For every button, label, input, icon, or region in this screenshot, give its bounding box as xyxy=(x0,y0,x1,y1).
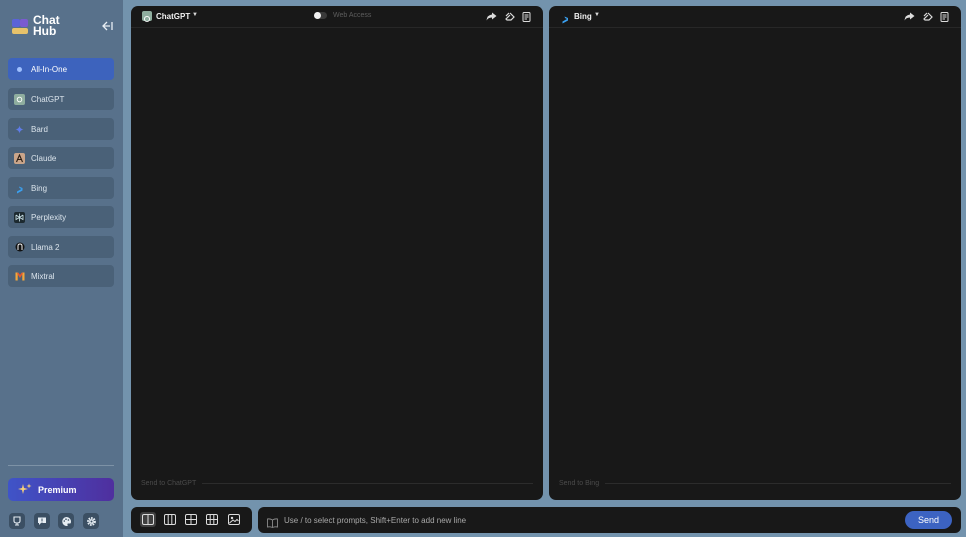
collapse-sidebar-icon[interactable] xyxy=(102,21,114,31)
chatgpt-icon xyxy=(14,93,25,105)
three-column-layout-icon[interactable] xyxy=(162,512,178,527)
logo-icon xyxy=(12,19,28,34)
prompt-bar: Use / to select prompts, Shift+Enter to … xyxy=(258,507,961,533)
sidebar-item-perplexity[interactable]: Perplexity xyxy=(8,206,114,228)
chatgpt-icon xyxy=(142,11,152,23)
clear-conversation-icon[interactable] xyxy=(504,11,515,22)
theme-palette-icon[interactable] xyxy=(58,513,74,529)
all-in-one-icon xyxy=(14,64,25,75)
input-underline xyxy=(202,482,533,484)
two-column-layout-icon[interactable] xyxy=(140,512,156,527)
history-icon[interactable] xyxy=(939,11,950,22)
sidebar-item-label: Bard xyxy=(31,124,48,134)
share-icon[interactable] xyxy=(904,11,915,22)
panel-chat-input[interactable]: Send to Bing xyxy=(559,478,951,488)
sidebar-item-mixtral[interactable]: Mixtral xyxy=(8,265,114,287)
layout-switcher xyxy=(131,507,252,533)
sidebar: Chat Hub All-In-One ChatGPT Bard Claude … xyxy=(0,0,123,537)
panel-header: Bing ▼ xyxy=(549,6,961,28)
sidebar-item-label: All-In-One xyxy=(31,64,68,74)
chathub-logo[interactable]: Chat Hub xyxy=(11,14,71,40)
settings-gear-icon[interactable] xyxy=(83,513,99,529)
sidebar-item-claude[interactable]: Claude xyxy=(8,147,114,169)
chevron-down-icon[interactable]: ▼ xyxy=(192,12,198,18)
panel-header: ChatGPT ▼ Web Access xyxy=(131,6,543,28)
image-input-icon[interactable] xyxy=(226,512,242,527)
premium-button[interactable]: Premium xyxy=(8,478,114,501)
bard-icon xyxy=(14,124,25,135)
chat-panel-chatgpt: ChatGPT ▼ Web Access Send to ChatGPT xyxy=(131,6,543,500)
sidebar-item-bing[interactable]: Bing xyxy=(8,177,114,199)
mixtral-icon xyxy=(14,271,25,282)
sidebar-item-label: ChatGPT xyxy=(31,94,65,104)
panel-input-placeholder: Send to ChatGPT xyxy=(141,479,197,487)
sidebar-item-label: Perplexity xyxy=(31,212,67,222)
sidebar-item-label: Claude xyxy=(31,153,57,163)
bing-icon xyxy=(14,183,25,194)
sparkle-icon xyxy=(17,483,32,496)
clear-conversation-icon[interactable] xyxy=(922,11,933,22)
sidebar-divider xyxy=(8,465,114,466)
logo-text: Chat Hub xyxy=(33,13,60,38)
input-underline xyxy=(605,482,951,484)
chevron-down-icon[interactable]: ▼ xyxy=(594,12,600,18)
sidebar-item-label: Bing xyxy=(31,183,48,193)
sidebar-item-llama-2[interactable]: Llama 2 xyxy=(8,236,114,258)
sidebar-item-label: Llama 2 xyxy=(31,242,60,252)
bot-selector[interactable]: ChatGPT xyxy=(156,12,190,21)
premium-label: Premium xyxy=(38,484,77,495)
prompt-library-icon[interactable] xyxy=(267,515,278,528)
bot-selector[interactable]: Bing xyxy=(574,12,592,21)
prompt-input[interactable]: Use / to select prompts, Shift+Enter to … xyxy=(284,515,884,527)
web-access-label: Web Access xyxy=(333,12,372,19)
sidebar-item-bard[interactable]: Bard xyxy=(8,118,114,140)
sidebar-item-chatgpt[interactable]: ChatGPT xyxy=(8,88,114,110)
web-access-toggle[interactable] xyxy=(314,12,327,19)
panel-input-placeholder: Send to Bing xyxy=(559,479,600,487)
llama-icon xyxy=(14,242,25,253)
history-icon[interactable] xyxy=(521,11,532,22)
sidebar-item-all-in-one[interactable]: All-In-One xyxy=(8,58,114,80)
share-icon[interactable] xyxy=(486,11,497,22)
claude-icon xyxy=(14,152,25,164)
feedback-icon[interactable] xyxy=(9,513,25,529)
chat-bubble-icon[interactable] xyxy=(34,513,50,529)
perplexity-icon xyxy=(14,211,25,223)
grid-2x2-layout-icon[interactable] xyxy=(183,512,199,527)
grid-3x2-layout-icon[interactable] xyxy=(204,512,220,527)
chat-panel-bing: Bing ▼ Send to Bing xyxy=(549,6,961,500)
send-button[interactable]: Send xyxy=(905,511,952,529)
panel-chat-input[interactable]: Send to ChatGPT xyxy=(141,478,533,488)
sidebar-item-label: Mixtral xyxy=(31,271,55,281)
bing-icon xyxy=(560,11,570,24)
